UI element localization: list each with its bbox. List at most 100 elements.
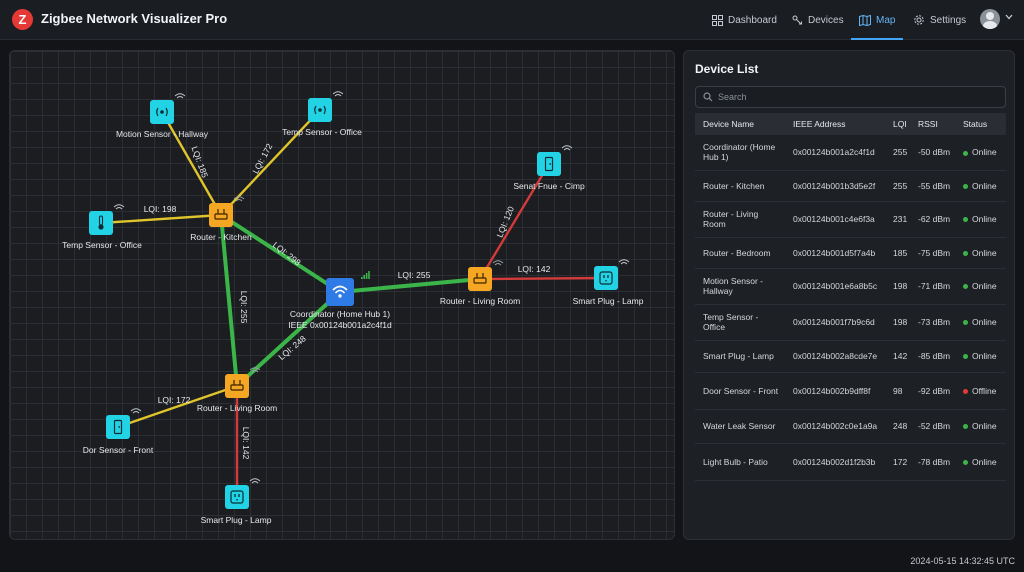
- status-dot: [963, 459, 968, 465]
- node-end[interactable]: Smart Plug - Lamp: [201, 478, 272, 525]
- nav-map[interactable]: Map: [859, 0, 895, 40]
- ieee-address-cell: 0x00124b001f7b9c6d: [793, 317, 875, 327]
- status-dot: [963, 320, 968, 326]
- table-row[interactable]: Coordinator (Home Hub 1) 0x00124b001a2c4f…: [695, 135, 1006, 170]
- link-label: LQI: 298: [271, 240, 303, 268]
- table-row[interactable]: Router - Bedroom 0x00124b001d5f7a4b 185 -75…: [695, 237, 1006, 268]
- status-cell: Online: [955, 304, 1006, 340]
- nav-devices[interactable]: Devices: [792, 0, 844, 40]
- link-fair[interactable]: [99, 213, 223, 225]
- node-label: Dor Sensor - Front: [83, 445, 154, 455]
- status-text: Online: [972, 351, 997, 361]
- signal-icon: [492, 260, 504, 266]
- node-end[interactable]: Senat Fnue - Cimp: [513, 145, 585, 191]
- table-row[interactable]: Door Sensor - Front 0x00124b002b9dff8f 98 -…: [695, 372, 1006, 409]
- app-header: Z Zigbee Network Visualizer Pro Dashboar…: [0, 0, 1024, 40]
- table-header-row: Device Name IEEE Address LQI RSSI Status: [695, 113, 1006, 135]
- app-logo: Z: [12, 9, 33, 30]
- table-row[interactable]: Water Leak Sensor 0x00124b002c0e1a9a 248 -5…: [695, 409, 1006, 443]
- map-icon: [859, 14, 871, 26]
- status-dot: [963, 217, 968, 223]
- status-text: Online: [972, 180, 997, 191]
- ieee-address-cell: 0x00124b002a8cde7e: [793, 351, 878, 361]
- search-input[interactable]: [718, 90, 998, 104]
- node-end[interactable]: Temp Sensor - Office: [282, 91, 362, 137]
- node-end[interactable]: Temp Sensor - Office: [62, 204, 142, 250]
- ieee-address-cell: 0x00124b001b3d5e2f: [793, 180, 876, 191]
- column-header[interactable]: Status: [955, 113, 1006, 135]
- status-dot: [963, 388, 968, 394]
- status-cell: Online: [955, 170, 1006, 201]
- status-dot: [963, 150, 968, 156]
- node-label: Senat Fnue - Cimp: [513, 181, 585, 191]
- status-cell: Online: [955, 237, 1006, 268]
- status-text: Online: [972, 281, 997, 291]
- signal-icon: [249, 478, 261, 484]
- node-label: IEEE 0x00124b001a2c4f1d: [288, 320, 392, 330]
- device-name-cell: Router - Bedroom: [703, 247, 771, 258]
- node-label: Smart Plug - Lamp: [201, 515, 272, 525]
- table-row[interactable]: Router - Living Room 0x00124b001c4e6f3a 23…: [695, 201, 1006, 237]
- rssi-cell: -50 dBm: [918, 147, 951, 158]
- node-end[interactable]: Motion Sensor - Hallway: [116, 93, 209, 139]
- status-dot: [963, 354, 968, 360]
- rssi-cell: -75 dBm: [918, 247, 951, 258]
- rssi-cell: -55 dBm: [918, 180, 951, 191]
- table-row[interactable]: Motion Sensor - Hallway 0x00124b001e6a8b5…: [695, 268, 1006, 304]
- table-row[interactable]: Smart Plug - Lamp 0x00124b002a8cde7e 142 -8…: [695, 340, 1006, 372]
- node-router[interactable]: Router - Living Room: [197, 367, 277, 413]
- gear-icon: [914, 15, 924, 25]
- node-end[interactable]: Smart Plug - Lamp: [573, 259, 644, 306]
- status-cell: Offline: [955, 372, 1006, 409]
- network-map[interactable]: LQI: 298 LQI: 255 LQI: 248 LQI: 255 LQI: 198…: [9, 50, 675, 540]
- status-cell: Online: [955, 201, 1006, 237]
- table-row[interactable]: Temp Sensor - Office 0x00124b001f7b9c6d 19…: [695, 304, 1006, 340]
- nav-dashboard[interactable]: Dashboard: [712, 0, 777, 40]
- column-header[interactable]: IEEE Address: [785, 113, 885, 135]
- lqi-cell: 231: [893, 214, 908, 224]
- signal-icon: [113, 204, 125, 210]
- device-name-cell: Router - Kitchen: [703, 180, 765, 191]
- lqi-cell: 198: [893, 317, 908, 327]
- status-dot: [963, 250, 968, 256]
- link-fair[interactable]: [160, 110, 223, 217]
- column-header[interactable]: LQI: [885, 113, 910, 135]
- status-cell: Online: [955, 340, 1006, 372]
- lqi-cell: 198: [893, 281, 908, 291]
- status-cell: Online: [955, 409, 1006, 443]
- status-text: Online: [972, 421, 997, 431]
- user-avatar[interactable]: [980, 9, 1000, 29]
- link-good[interactable]: [338, 277, 482, 294]
- link-label: LQI: 120: [494, 205, 516, 239]
- nav-settings-label: Settings: [930, 14, 967, 26]
- table-row[interactable]: Light Bulb - Patio 0x00124b002d1f2b3b 172-…: [695, 443, 1006, 480]
- signal-icon: [174, 93, 186, 99]
- node-end[interactable]: Dor Sensor - Front: [83, 408, 154, 455]
- node-router[interactable]: Router - Kitchen: [190, 196, 252, 242]
- ieee-address-cell: 0x00124b002c0e1a9a: [793, 421, 878, 431]
- status-dot: [963, 183, 968, 189]
- node-coordinator[interactable]: Coordinator (Home Hub 1)IEEE 0x00124b001…: [288, 271, 392, 330]
- status-text: Online: [972, 147, 997, 158]
- link-label: LQI: 172: [158, 395, 191, 405]
- nav-settings[interactable]: Settings: [913, 0, 966, 40]
- device-name-cell: Motion Sensor - Hallway: [703, 276, 763, 296]
- devices-icon: [792, 15, 802, 24]
- node-label: Router - Living Room: [440, 296, 520, 306]
- column-header[interactable]: RSSI: [910, 113, 955, 135]
- rssi-cell: -71 dBm: [918, 281, 951, 291]
- link-fair[interactable]: [219, 108, 322, 217]
- status-dot: [963, 284, 968, 290]
- status-text: Online: [972, 247, 997, 258]
- table-row[interactable]: Router - Kitchen 0x00124b001b3d5e2f 255 -55…: [695, 170, 1006, 201]
- lqi-cell: 248: [893, 421, 908, 431]
- ieee-address-cell: 0x00124b001c4e6f3a: [793, 214, 875, 224]
- column-header[interactable]: Device Name: [695, 113, 785, 135]
- link-poor[interactable]: [478, 276, 608, 281]
- lqi-cell: 142: [893, 351, 908, 361]
- search-box[interactable]: [695, 86, 1006, 108]
- status-cell: Online: [955, 443, 1006, 480]
- chevron-down-icon[interactable]: [1005, 14, 1013, 20]
- network-map-canvas[interactable]: LQI: 298LQI: 255LQI: 248LQI: 255LQI: 198…: [10, 51, 675, 540]
- lqi-cell: 255: [893, 180, 908, 191]
